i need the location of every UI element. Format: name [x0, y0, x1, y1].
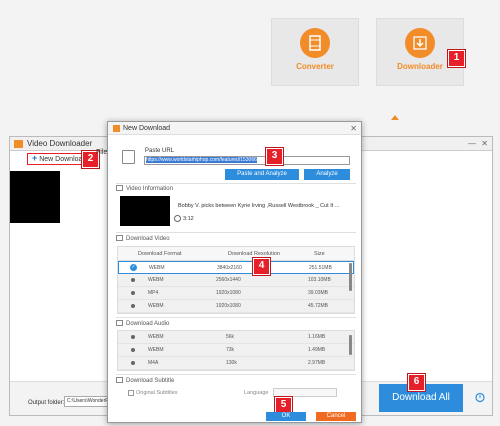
step-badge-3: 3 [266, 148, 283, 165]
row-format: MP4 [148, 290, 159, 296]
video-row[interactable]: WEBM 2560x1440 103.10MB [118, 274, 354, 287]
dialog-logo-icon [113, 125, 120, 132]
url-value: https://www.worldstarhiphop.com/featured… [146, 157, 257, 163]
video-row[interactable]: MP4 1920x1080 39.03MB [118, 287, 354, 300]
step-badge-1: 1 [448, 50, 465, 67]
row-format: WEBM [148, 347, 164, 353]
video-duration: 3:12 [183, 216, 194, 222]
minimize-icon[interactable]: — [468, 137, 476, 151]
cancel-button[interactable]: Cancel [316, 412, 356, 421]
video-icon [116, 235, 123, 241]
film-icon [300, 28, 330, 58]
radio-icon [131, 348, 135, 352]
paste-url-label: Paste URL [145, 148, 175, 154]
paste-and-analyze-button[interactable]: Paste and Analyze [225, 169, 299, 180]
audio-row[interactable]: WEBM 73k 1.49MB [118, 344, 354, 357]
scrollbar[interactable] [349, 335, 352, 355]
app-logo-icon [14, 140, 23, 148]
row-format: WEBM [148, 334, 164, 340]
analyze-label: Analyze [316, 171, 338, 177]
language-label: Language [244, 390, 269, 396]
converter-label: Converter [296, 62, 334, 71]
row-size: 1.16MB [308, 334, 326, 340]
header-size: Size [314, 251, 325, 257]
language-select[interactable] [273, 388, 337, 397]
new-download-label: New Download [39, 156, 87, 163]
dialog-close-icon[interactable]: ✕ [350, 122, 357, 135]
link-icon [122, 150, 135, 164]
row-resolution: 1920x1080 [216, 303, 241, 309]
radio-icon [131, 291, 135, 295]
dialog-titlebar: New Download ✕ [108, 122, 361, 135]
divider [116, 232, 356, 233]
row-resolution: 2560x1440 [216, 277, 241, 283]
dialog-title: New Download [123, 125, 171, 132]
ok-button[interactable]: OK [266, 412, 306, 421]
download-audio-heading: Download Audio [116, 320, 169, 327]
output-folder-label: Output folder: [28, 400, 65, 406]
pointer-triangle-icon [391, 115, 399, 120]
audio-icon [116, 320, 123, 326]
header-format: Download Format [138, 251, 182, 257]
converter-tile[interactable]: Converter [271, 18, 359, 86]
row-resolution: 3840x2160 [217, 265, 242, 271]
divider [116, 317, 356, 318]
download-video-heading: Download Video [116, 235, 170, 242]
analyze-button[interactable]: Analyze [304, 169, 350, 180]
original-subtitles-label: Original Subtitles [136, 390, 178, 396]
radio-icon [131, 304, 135, 308]
radio-icon [131, 361, 135, 365]
video-format-table: Download Format Download Resolution Size… [117, 246, 355, 314]
check-icon: ✓ [130, 264, 137, 271]
audio-format-table: WEBM 56k 1.16MB WEBM 73k 1.49MB M4A 130k… [117, 330, 355, 371]
row-size: 2.97MB [308, 360, 326, 366]
row-size: 1.49MB [308, 347, 326, 353]
window-title: Video Downloader [27, 139, 93, 148]
row-size: 39.03MB [308, 290, 329, 296]
row-resolution: 1920x1080 [216, 290, 241, 296]
row-bitrate: 56k [226, 334, 235, 340]
scrollbar[interactable] [349, 263, 352, 291]
file-info-label: File [96, 149, 108, 156]
video-thumbnail [10, 171, 60, 223]
row-format: WEBM [149, 265, 165, 271]
radio-icon [131, 335, 135, 339]
row-size: 45.72MB [308, 303, 329, 309]
step-badge-6: 6 [408, 374, 425, 391]
video-title: Bobby V. picks between Kyrie Irving ,Rus… [178, 203, 340, 209]
row-format: WEBM [148, 277, 164, 283]
video-table-header: Download Format Download Resolution Size [118, 247, 354, 261]
audio-row[interactable]: M4A 130k 2.97MB [118, 357, 354, 370]
download-icon [405, 28, 435, 58]
alarm-clock-icon[interactable] [475, 391, 485, 403]
plus-icon: + [32, 153, 38, 163]
video-info-thumbnail [120, 196, 170, 226]
close-icon[interactable]: ✕ [481, 137, 488, 151]
video-row[interactable]: WEBM 1920x1080 45.72MB [118, 300, 354, 313]
video-info-heading: Video Information [116, 185, 173, 192]
video-row[interactable]: ✓ WEBM 3840x2160 251.51MB [118, 261, 354, 274]
row-size: 251.51MB [309, 265, 332, 271]
row-format: M4A [148, 360, 159, 366]
download-subtitle-heading: Download Subtitle [116, 377, 174, 384]
row-format: WEBM [148, 303, 164, 309]
step-badge-4: 4 [253, 258, 270, 275]
url-input[interactable]: https://www.worldstarhiphop.com/featured… [144, 156, 350, 165]
audio-row[interactable]: WEBM 56k 1.16MB [118, 331, 354, 344]
row-bitrate: 130k [226, 360, 237, 366]
radio-icon [131, 278, 135, 282]
info-icon [116, 185, 123, 191]
clock-icon [174, 215, 181, 222]
divider [116, 183, 356, 184]
new-download-dialog: New Download ✕ Paste URL https://www.wor… [107, 121, 362, 423]
row-size: 103.10MB [308, 277, 331, 283]
subtitle-icon [116, 377, 123, 383]
paste-analyze-label: Paste and Analyze [237, 171, 287, 177]
divider [116, 374, 356, 375]
original-subtitles-checkbox[interactable] [128, 390, 134, 396]
header-resolution: Download Resolution [228, 251, 280, 257]
row-bitrate: 73k [226, 347, 235, 353]
